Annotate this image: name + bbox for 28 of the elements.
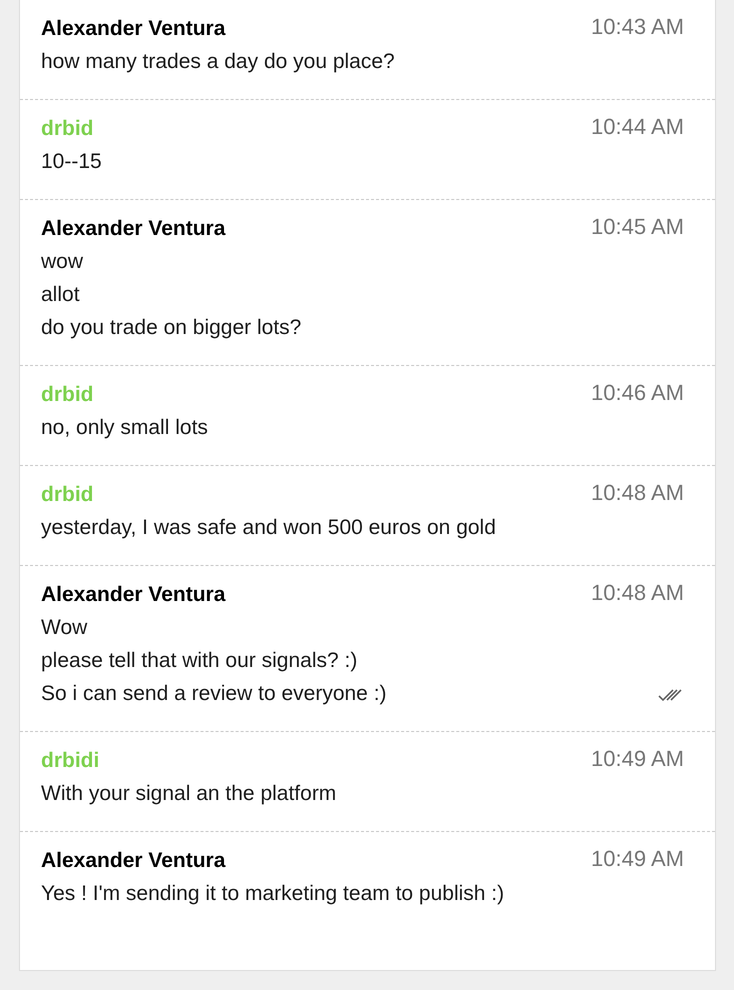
message-text: Wow xyxy=(41,615,88,641)
sender-name: Alexander Ventura xyxy=(41,216,226,242)
message-time: 10:45 AM xyxy=(591,213,684,241)
message-text: yesterday, I was safe and won 500 euros on gold xyxy=(41,515,496,541)
sender-name: Alexander Ventura xyxy=(41,16,226,42)
sender-name: drbid xyxy=(41,482,94,508)
message-text: allot xyxy=(41,282,81,308)
sender-name: drbidi xyxy=(41,748,100,774)
message-text: wow xyxy=(41,249,84,275)
sender-name: Alexander Ventura xyxy=(41,582,226,608)
message-time: 10:43 AM xyxy=(591,13,684,41)
message-time: 10:49 AM xyxy=(591,745,684,773)
message-text: With your signal an the platform xyxy=(41,781,336,807)
message-text: please tell that with our signals? :) xyxy=(41,648,358,674)
message-text: So i can send a review to everyone :) xyxy=(41,681,387,707)
message-time: 10:46 AM xyxy=(591,379,684,407)
message-time: 10:44 AM xyxy=(591,113,684,141)
message-text: 10--15 xyxy=(41,149,102,175)
message-time: 10:48 AM xyxy=(591,479,684,507)
message-text: do you trade on bigger lots? xyxy=(41,315,302,341)
sender-name: Alexander Ventura xyxy=(41,848,226,874)
message-time: 10:48 AM xyxy=(591,579,684,607)
message-text: Yes ! I'm sending it to marketing team to publish :) xyxy=(41,881,504,907)
sender-name: drbid xyxy=(41,382,94,408)
message-time: 10:49 AM xyxy=(591,845,684,873)
message-text: how many trades a day do you place? xyxy=(41,49,395,75)
message-text: no, only small lots xyxy=(41,415,208,441)
sender-name: drbid xyxy=(41,116,94,142)
